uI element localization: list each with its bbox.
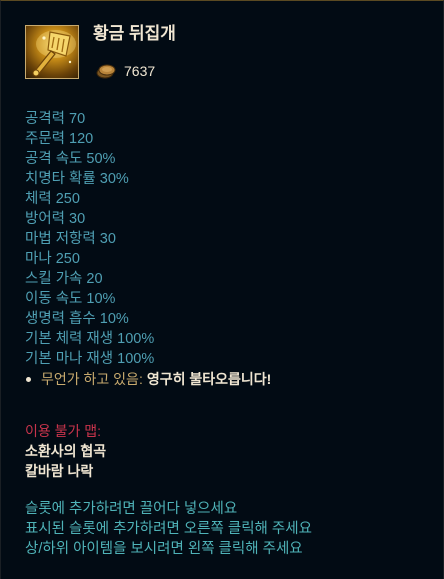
price-value: 7637 [124,63,156,79]
passive-text: 영구히 불타오릅니다! [146,371,272,387]
hint-line: 상/하위 아이템을 보시려면 왼쪽 클릭해 주세요 [25,541,303,557]
item-tooltip: 황금 뒤집개 7637 공격력 70 주문력 120 공격 속도 50% 치명타… [0,0,444,579]
stat-line: 마법 저항력 30 [25,231,116,247]
unavailable-maps-header: 이용 불가 맵: [25,423,102,439]
hint-line: 표시된 슬롯에 추가하려면 오른쪽 클릭해 주세요 [25,521,312,537]
stat-line: 체력 250 [25,191,80,207]
item-name: 황금 뒤집개 [93,24,176,43]
passive-label: 무언가 하고 있음: [41,371,143,387]
stat-line: 스킬 가속 20 [25,271,103,287]
stats-list: 공격력 70 주문력 120 공격 속도 50% 치명타 확률 30% 체력 2… [25,109,154,369]
stat-line: 이동 속도 10% [25,291,116,307]
map-item: 소환사의 협곡 [25,443,107,459]
stat-line: 기본 마나 재생 100% [25,351,155,367]
usage-hints: 슬롯에 추가하려면 끌어다 넣으세요 표시된 슬롯에 추가하려면 오른쪽 클릭해… [25,499,312,559]
hint-line: 슬롯에 추가하려면 끌어다 넣으세요 [25,501,238,517]
stat-line: 치명타 확률 30% [25,171,129,187]
golden-spatula-icon[interactable] [25,25,79,79]
stat-line: 기본 체력 재생 100% [25,331,155,347]
stat-line: 마나 250 [25,251,80,267]
stat-line: 공격 속도 50% [25,151,116,167]
passive-effect: 무언가 하고 있음: 영구히 불타오릅니다! [25,369,271,389]
map-item: 칼바람 나락 [25,463,94,479]
stat-line: 주문력 120 [25,131,94,147]
gold-coin-icon [95,63,117,79]
stat-line: 생명력 흡수 10% [25,311,129,327]
stat-line: 공격력 70 [25,111,86,127]
bullet-icon [26,376,31,382]
item-price: 7637 [95,62,155,80]
unavailable-maps-list: 소환사의 협곡 칼바람 나락 [25,441,106,481]
stat-line: 방어력 30 [25,211,86,227]
